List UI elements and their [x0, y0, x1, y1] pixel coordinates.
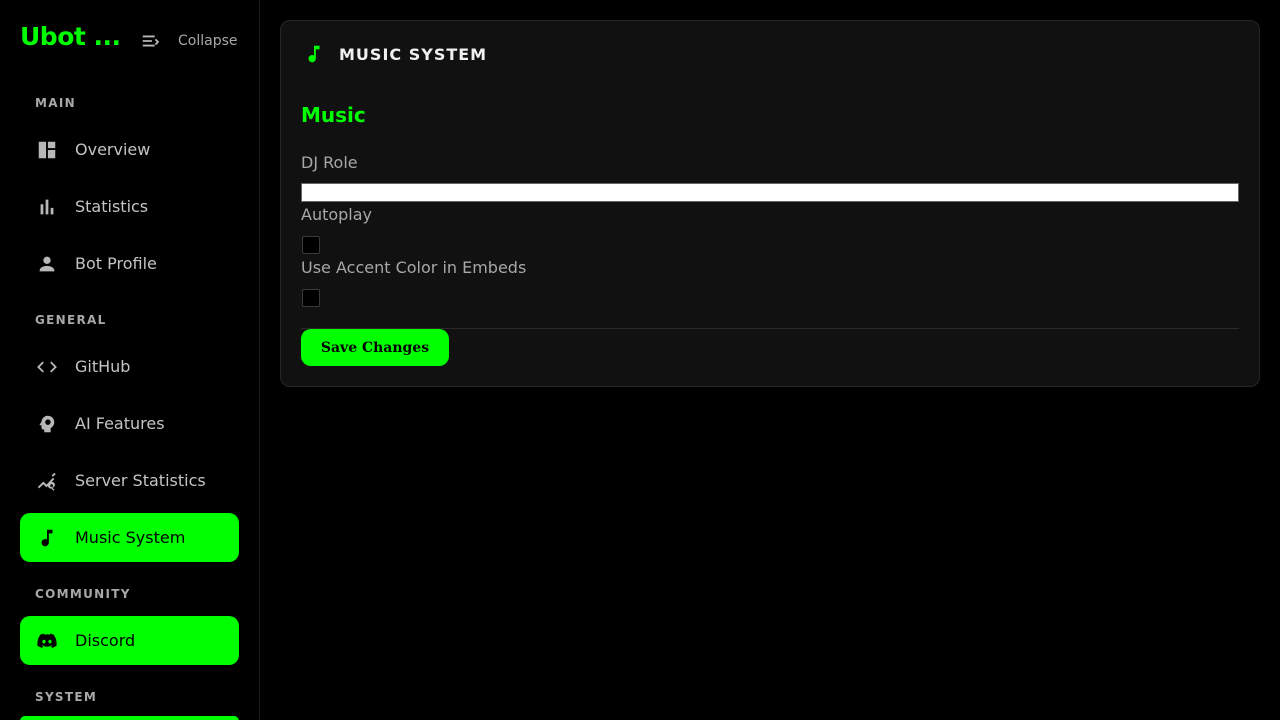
sidebar-item-discord[interactable]: Discord — [20, 616, 239, 665]
section-label-community: COMMUNITY — [35, 587, 131, 601]
save-changes-button[interactable]: Save Changes — [301, 329, 449, 366]
brain-icon — [35, 412, 59, 436]
sidebar-item-overview[interactable]: Overview — [20, 125, 239, 174]
query-stats-icon — [35, 469, 59, 493]
main-content: MUSIC SYSTEM Music DJ Role Autoplay Use … — [260, 0, 1280, 720]
sidebar-item-ai-features[interactable]: AI Features — [20, 399, 239, 448]
sidebar-item-label: Server Statistics — [75, 471, 206, 490]
app-layout: Ubot ... Collapse MAIN Overview Statisti… — [0, 0, 1280, 720]
autoplay-label: Autoplay — [301, 205, 373, 224]
accent-color-checkbox[interactable] — [302, 289, 320, 307]
collapse-icon — [142, 35, 160, 47]
dj-role-label: DJ Role — [301, 153, 358, 172]
sidebar-item-server-statistics[interactable]: Server Statistics — [20, 456, 239, 505]
sidebar-item-label: AI Features — [75, 414, 165, 433]
sidebar-item-statistics[interactable]: Statistics — [20, 182, 239, 231]
sidebar-item-label: Music System — [75, 528, 186, 547]
section-label-general: GENERAL — [35, 313, 107, 327]
sidebar-item-label: Overview — [75, 140, 151, 159]
dashboard-icon — [35, 138, 59, 162]
sidebar-item-partial[interactable] — [20, 716, 239, 720]
dj-role-input[interactable] — [301, 183, 1239, 202]
bar-chart-icon — [35, 195, 59, 219]
brand-logo[interactable]: Ubot ... — [20, 22, 121, 51]
section-label-system: SYSTEM — [35, 690, 98, 704]
sidebar-item-music-system[interactable]: Music System — [20, 513, 239, 562]
section-label-main: MAIN — [35, 96, 76, 110]
section-heading: Music — [301, 103, 366, 127]
code-icon — [35, 355, 59, 379]
sidebar: Ubot ... Collapse MAIN Overview Statisti… — [0, 0, 260, 720]
accent-color-label: Use Accent Color in Embeds — [301, 258, 527, 277]
autoplay-checkbox[interactable] — [302, 236, 320, 254]
music-note-icon — [35, 526, 59, 550]
sidebar-item-bot-profile[interactable]: Bot Profile — [20, 239, 239, 288]
collapse-label: Collapse — [178, 33, 238, 49]
collapse-button[interactable]: Collapse — [140, 30, 238, 52]
sidebar-item-label: Statistics — [75, 197, 149, 216]
music-settings-card: MUSIC SYSTEM Music DJ Role Autoplay Use … — [280, 20, 1260, 387]
card-header: MUSIC SYSTEM — [303, 43, 487, 65]
sidebar-item-label: Bot Profile — [75, 254, 157, 273]
music-note-icon — [308, 45, 320, 63]
sidebar-item-github[interactable]: GitHub — [20, 342, 239, 391]
person-icon — [35, 252, 59, 276]
card-title: MUSIC SYSTEM — [339, 44, 488, 64]
sidebar-item-label: GitHub — [75, 357, 131, 376]
sidebar-item-label: Discord — [75, 631, 136, 650]
discord-icon — [35, 629, 59, 653]
